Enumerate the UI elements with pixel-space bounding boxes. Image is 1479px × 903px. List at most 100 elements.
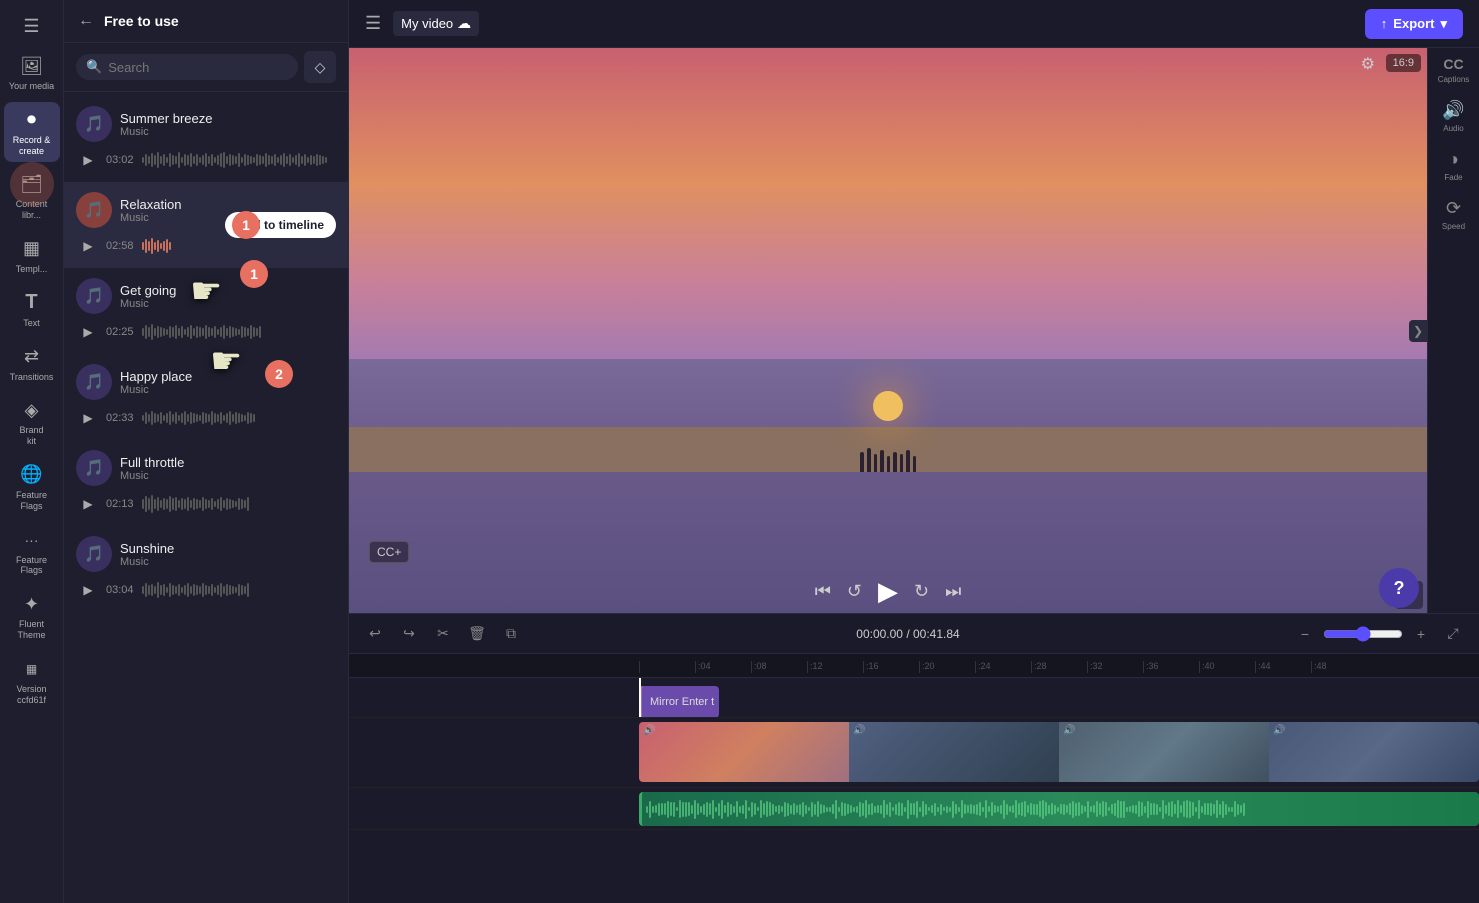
play-button-full-throttle[interactable]: ▶ <box>76 492 100 516</box>
zoom-out-button[interactable]: − <box>1291 620 1319 648</box>
total-time: 00:41.84 <box>913 627 960 641</box>
video-track-label <box>349 718 639 788</box>
title-track-label <box>349 678 639 718</box>
track-item-relaxation[interactable]: 🎵 Relaxation Music ▶ 02:58 Add to timeli… <box>64 182 348 268</box>
play-button-happy-place[interactable]: ▶ <box>76 406 100 430</box>
video-track-row: 🔊 🔊 🔊 🔊 <box>349 718 1479 788</box>
export-icon: ↑ <box>1381 16 1388 31</box>
sidebar-item-your-media[interactable]: 🖼 Your media <box>4 48 60 98</box>
brand-icon: ◈ <box>20 398 44 422</box>
premium-filter-button[interactable]: ◇ <box>304 51 336 83</box>
video-canvas: ⚙ 16:9 CC+ ⏮ ↺ ▶ ↻ ⏭ ⛶ ❯ <box>349 48 1427 613</box>
right-panel-audio[interactable]: 🔊 Audio <box>1442 100 1464 133</box>
my-video-tab[interactable]: My video ☁ <box>393 11 479 36</box>
track-category-sunshine: Music <box>120 556 336 568</box>
track-icon-relaxation: 🎵 <box>76 192 112 228</box>
audio-clip[interactable]: // Generate audio waveform bars inline f… <box>639 792 1479 826</box>
settings-button[interactable]: ⚙ <box>1361 54 1375 74</box>
track-icon-get-going: 🎵 <box>76 278 112 314</box>
feature-flags-label: FeatureFlags <box>16 555 47 577</box>
track-item-happy-place[interactable]: 🎵 Happy place Music ▶ 02:33 <box>64 354 348 440</box>
collapse-panel-button[interactable]: ❯ <box>1409 320 1427 342</box>
captions-label: Captions <box>1438 75 1470 84</box>
sidebar-item-record[interactable]: ⏺ Record &create <box>4 102 60 163</box>
track-info-full-throttle: Full throttle Music <box>120 455 336 482</box>
search-input[interactable] <box>108 60 288 75</box>
cc-button[interactable]: CC+ <box>369 541 409 563</box>
ruler-mark-8: :32 <box>1087 661 1143 673</box>
aspect-ratio-badge[interactable]: 16:9 <box>1386 54 1421 72</box>
sky-layer <box>349 48 1427 387</box>
ruler-mark-9: :36 <box>1143 661 1199 673</box>
ruler-mark-2: :08 <box>751 661 807 673</box>
right-panel-fade[interactable]: ◑ Fade <box>1444 149 1462 182</box>
waveform-sunshine <box>142 580 336 600</box>
track-item-full-throttle[interactable]: 🎵 Full throttle Music ▶ 02:13 <box>64 440 348 526</box>
timeline-ruler: :04 :08 :12 :16 :20 :24 :28 :32 :36 :40 … <box>349 654 1479 678</box>
waveform-full-throttle <box>142 494 336 514</box>
search-input-wrap: 🔍 <box>76 54 298 80</box>
play-pause-button[interactable]: ▶ <box>878 576 898 607</box>
rewind-button[interactable]: ↺ <box>847 581 862 602</box>
skip-forward-button[interactable]: ⏭ <box>945 581 961 602</box>
timeline-tracks: Mirror Enter t 🔊 <box>349 678 1479 903</box>
export-button[interactable]: ↑ Export ▾ <box>1365 9 1463 39</box>
captions-icon: CC <box>1443 56 1463 72</box>
ruler-mark-7: :28 <box>1031 661 1087 673</box>
audio-label: Audio <box>1443 124 1463 133</box>
sidebar-item-text[interactable]: T Text <box>4 285 60 335</box>
sidebar-item-templates[interactable]: ▦ Templ... <box>4 231 60 281</box>
fast-forward-button[interactable]: ↻ <box>914 581 929 602</box>
fit-to-window-button[interactable]: ⤢ <box>1439 620 1467 648</box>
sidebar-item-transitions[interactable]: ⇄ Transitions <box>4 339 60 389</box>
play-button-summer-breeze[interactable]: ▶ <box>76 148 100 172</box>
title-track-body: Mirror Enter t <box>639 678 1479 718</box>
fluent-theme-label: FluentTheme <box>17 619 45 641</box>
zoom-slider[interactable] <box>1323 626 1403 642</box>
templates-icon: ▦ <box>20 237 44 261</box>
timeline-time-display: 00:00.00 / 00:41.84 <box>531 627 1285 641</box>
duplicate-button[interactable]: ⧉ <box>497 620 525 648</box>
delete-button[interactable]: 🗑 <box>463 620 491 648</box>
sidebar-item-languages[interactable]: 🌐 Feature Flags <box>4 457 60 518</box>
title-clip[interactable]: Mirror Enter t <box>639 686 719 718</box>
current-time: 00:00.00 <box>856 627 903 641</box>
ruler-mark-3: :12 <box>807 661 863 673</box>
version-icon: ▦ <box>20 657 44 681</box>
track-controls-relaxation: ▶ 02:58 Add to timeline <box>76 234 336 258</box>
play-button-relaxation[interactable]: ▶ <box>76 234 100 258</box>
skip-back-button[interactable]: ⏮ <box>815 581 831 602</box>
track-icon-happy-place: 🎵 <box>76 364 112 400</box>
help-button[interactable]: ? <box>1379 568 1419 608</box>
right-panel-speed[interactable]: ⟳ Speed <box>1442 198 1465 231</box>
hamburger-menu-button[interactable]: ☰ <box>365 13 381 34</box>
back-button[interactable]: ← <box>76 10 96 32</box>
fade-label: Fade <box>1444 173 1462 182</box>
video-clip[interactable]: 🔊 🔊 🔊 🔊 <box>639 722 1479 782</box>
track-duration-get-going: 02:25 <box>106 326 136 338</box>
sidebar-menu-btn[interactable]: ☰ <box>4 8 60 44</box>
redo-button[interactable]: ↪ <box>395 620 423 648</box>
undo-button[interactable]: ↩ <box>361 620 389 648</box>
track-item-sunshine[interactable]: 🎵 Sunshine Music ▶ 03:04 <box>64 526 348 612</box>
sidebar-item-feature-flags[interactable]: ··· FeatureFlags <box>4 522 60 583</box>
sidebar-item-version[interactable]: ▦ Versionccfd61f <box>4 651 60 712</box>
sidebar-item-content-library[interactable]: 🗂 Contentlibr... <box>4 166 60 227</box>
play-button-sunshine[interactable]: ▶ <box>76 578 100 602</box>
track-item-summer-breeze[interactable]: 🎵 Summer breeze Music ▶ 03:02 <box>64 96 348 182</box>
video-segment-3: 🔊 <box>1059 722 1269 782</box>
speed-label: Speed <box>1442 222 1465 231</box>
sidebar-item-brand[interactable]: ◈ Brandkit <box>4 392 60 453</box>
sidebar-item-fluent-theme[interactable]: ✦ FluentTheme <box>4 586 60 647</box>
ruler-mark-0 <box>639 661 695 673</box>
track-name-sunshine: Sunshine <box>120 541 336 556</box>
zoom-in-button[interactable]: + <box>1407 620 1435 648</box>
track-item-get-going[interactable]: 🎵 Get going Music ▶ 02:25 <box>64 268 348 354</box>
track-duration-sunshine: 03:04 <box>106 584 136 596</box>
volume-icon-4: 🔊 <box>1273 725 1285 736</box>
right-panel-captions[interactable]: CC Captions <box>1438 56 1470 84</box>
play-button-get-going[interactable]: ▶ <box>76 320 100 344</box>
cut-button[interactable]: ✂ <box>429 620 457 648</box>
ruler-mark-10: :40 <box>1199 661 1255 673</box>
track-category: Music <box>120 126 336 138</box>
